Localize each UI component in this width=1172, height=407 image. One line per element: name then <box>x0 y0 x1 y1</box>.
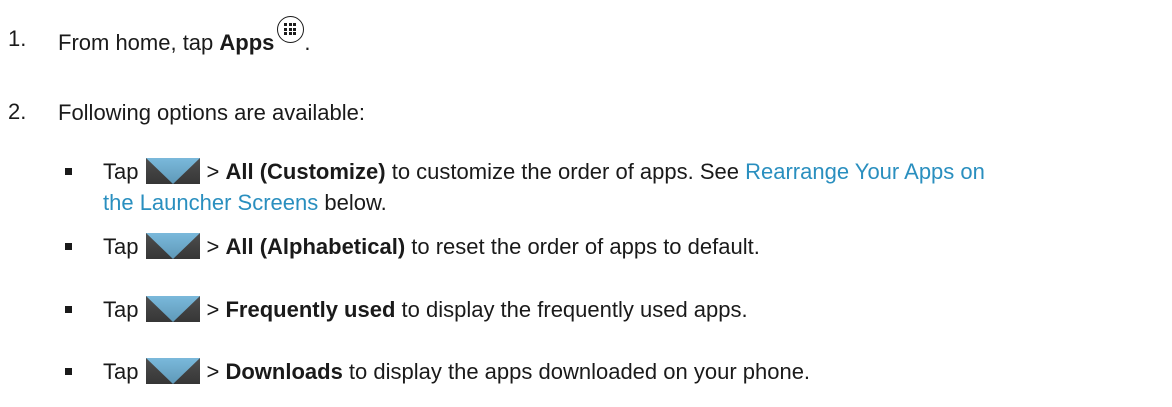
option-description: to display the apps downloaded on your p… <box>342 359 811 384</box>
rearrange-apps-link-cont[interactable]: the Launcher Screens <box>103 190 318 215</box>
option-description-end: below. <box>318 190 387 215</box>
menu-dropdown-icon <box>146 158 201 184</box>
option-description: to display the frequently used apps. <box>395 297 748 322</box>
bullet <box>65 168 72 175</box>
step-1-suffix: . <box>304 30 311 55</box>
option-title: All (Alphabetical) <box>225 234 406 259</box>
step-1-number: 1. <box>8 26 27 51</box>
gt-sign: > <box>206 297 220 322</box>
bullet <box>65 243 72 250</box>
apps-grid-icon <box>277 16 305 43</box>
gt-sign: > <box>206 359 220 384</box>
option-description: to customize the order of apps. See <box>385 159 746 184</box>
option-customize-cont: the Launcher Screens below. <box>103 189 387 216</box>
option-title: Downloads <box>225 359 343 384</box>
bullet <box>65 306 72 313</box>
menu-dropdown-icon <box>146 296 201 322</box>
option-customize: Tap > All (Customize) to customize the or… <box>103 158 985 185</box>
tap-label: Tap <box>103 297 139 322</box>
option-description: to reset the order of apps to default. <box>405 234 760 259</box>
step-2-text: Following options are available: <box>58 100 365 125</box>
step-1-prefix: From home, tap <box>58 30 220 55</box>
gt-sign: > <box>206 159 220 184</box>
option-downloads: Tap > Downloads to display the apps downl… <box>103 358 810 385</box>
step-2-number: 2. <box>8 99 27 124</box>
option-title: All (Customize) <box>225 159 386 184</box>
option-alphabetical: Tap > All (Alphabetical) to reset the ord… <box>103 233 760 260</box>
rearrange-apps-link[interactable]: Rearrange Your Apps on <box>745 159 985 184</box>
tap-label: Tap <box>103 234 139 259</box>
menu-dropdown-icon <box>146 358 201 384</box>
menu-dropdown-icon <box>146 233 201 259</box>
apps-label: Apps <box>219 30 275 55</box>
bullet <box>65 368 72 375</box>
option-frequently-used: Tap > Frequently used to display the freq… <box>103 296 748 323</box>
gt-sign: > <box>206 234 220 259</box>
step-1-text: From home, tap Apps. <box>58 16 311 56</box>
tap-label: Tap <box>103 159 139 184</box>
option-title: Frequently used <box>225 297 396 322</box>
tap-label: Tap <box>103 359 139 384</box>
